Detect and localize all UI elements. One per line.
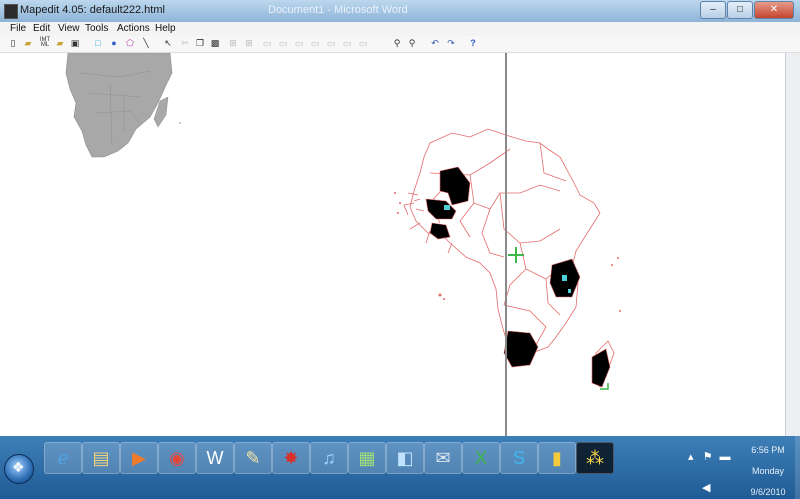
close-button[interactable]: ✕ (754, 1, 794, 19)
align-icon[interactable]: ▭ (278, 38, 288, 48)
vertical-split-line[interactable] (505, 53, 507, 436)
start-button[interactable]: ❖ (4, 454, 34, 484)
windows-logo-icon: ❖ (12, 459, 25, 475)
vertical-scrollbar[interactable] (785, 53, 800, 436)
mapedit-window: Mapedit 4.05: default222.html Document1 … (0, 0, 800, 436)
line-icon[interactable]: ╲ (141, 38, 151, 48)
clock-time: 6:56 PM (751, 445, 785, 455)
chrome-taskbar-button[interactable]: ◉ (158, 442, 196, 474)
window-title: Mapedit 4.05: default222.html (20, 4, 165, 16)
dvd-taskbar-button[interactable]: ◧ (386, 442, 424, 474)
cut-icon[interactable]: ✂ (180, 38, 190, 48)
volume-icon[interactable]: ◀ (702, 481, 731, 494)
polygon-icon[interactable]: ⬠ (125, 38, 135, 48)
toolbar: ▯ ▰ IMT ML ▰ ▣ □ ● ⬠ ╲ ↖ ✂ ❐ ▩ ⊞ ⊞ ▭ ▭ ▭ … (0, 36, 800, 53)
clock[interactable]: 6:56 PM Monday 9/6/2010 (742, 444, 794, 499)
zoom-in-icon[interactable]: ⚲ (392, 38, 402, 48)
save-icon[interactable]: ▣ (70, 38, 80, 48)
img-html-icon[interactable]: IMT ML (38, 37, 52, 48)
media-player-taskbar-button[interactable]: ▶ (120, 442, 158, 474)
gray-africa-land (65, 52, 173, 158)
taskbar: ❖ ℯ ▤ ▶ ◉ W ✎ ✸ ♫ ▦ ◧ ✉ X S ▮ ⁂ ▴ ⚑ ▬ ◀ … (0, 436, 800, 499)
paint-taskbar-button[interactable]: ✸ (272, 442, 310, 474)
align-icon[interactable]: ▭ (326, 38, 336, 48)
menu-bar: File Edit View Tools Actions Help (0, 22, 800, 36)
zoom-out-icon[interactable]: ⚲ (407, 38, 417, 48)
menu-tools[interactable]: Tools (85, 23, 108, 34)
menu-actions[interactable]: Actions (117, 23, 150, 34)
explorer-taskbar-button[interactable]: ▤ (82, 442, 120, 474)
help-icon[interactable]: ? (468, 38, 478, 48)
flag-icon[interactable]: ⚑ (703, 451, 713, 463)
clock-date: 9/6/2010 (750, 487, 786, 497)
align-icon[interactable]: ▭ (262, 38, 272, 48)
notepad-taskbar-button[interactable]: ✎ (234, 442, 272, 474)
map-canvas[interactable] (0, 52, 785, 436)
align-icon[interactable]: ▭ (294, 38, 304, 48)
show-desktop-button[interactable] (795, 436, 800, 499)
system-tray: ▴ ⚑ ▬ ◀ (688, 450, 731, 494)
circle-icon[interactable]: ● (109, 38, 119, 48)
excel-taskbar-button[interactable]: X (462, 442, 500, 474)
title-bar[interactable]: Mapedit 4.05: default222.html Document1 … (0, 0, 800, 23)
new-icon[interactable]: ▯ (8, 38, 18, 48)
mapedit-taskbar-button[interactable]: ⁂ (576, 442, 614, 474)
tray-chevron-icon[interactable]: ▴ (688, 451, 694, 463)
word-taskbar-button[interactable]: W (196, 442, 234, 474)
grid-icon[interactable]: ⊞ (244, 38, 254, 48)
app-icon (4, 4, 18, 19)
photos-taskbar-button[interactable]: ▦ (348, 442, 386, 474)
background-window-title: Document1 - Microsoft Word (268, 4, 408, 16)
redo-icon[interactable]: ↷ (446, 38, 456, 48)
open-icon[interactable]: ▰ (23, 38, 33, 48)
minimize-button[interactable]: – (700, 1, 726, 19)
menu-file[interactable]: File (10, 23, 26, 34)
network-icon[interactable]: ▬ (720, 451, 731, 463)
maximize-button[interactable]: □ (727, 1, 753, 19)
copy-icon[interactable]: ❐ (195, 38, 205, 48)
rect-icon[interactable]: □ (93, 38, 103, 48)
menu-edit[interactable]: Edit (33, 23, 50, 34)
ie-taskbar-button[interactable]: ℯ (44, 442, 82, 474)
menu-help[interactable]: Help (155, 23, 176, 34)
menu-view[interactable]: View (58, 23, 80, 34)
pointer-icon[interactable]: ↖ (163, 38, 173, 48)
map-svg (65, 52, 621, 390)
clock-day: Monday (751, 466, 785, 476)
paste-icon[interactable]: ▩ (210, 38, 220, 48)
usb-taskbar-button[interactable]: ▮ (538, 442, 576, 474)
outlook-taskbar-button[interactable]: ✉ (424, 442, 462, 474)
grid-icon[interactable]: ⊞ (228, 38, 238, 48)
open-file-icon[interactable]: ▰ (55, 38, 65, 48)
align-icon[interactable]: ▭ (310, 38, 320, 48)
skype-taskbar-button[interactable]: S (500, 442, 538, 474)
undo-icon[interactable]: ↶ (430, 38, 440, 48)
itunes-taskbar-button[interactable]: ♫ (310, 442, 348, 474)
align-icon[interactable]: ▭ (342, 38, 352, 48)
align-icon[interactable]: ▭ (358, 38, 368, 48)
